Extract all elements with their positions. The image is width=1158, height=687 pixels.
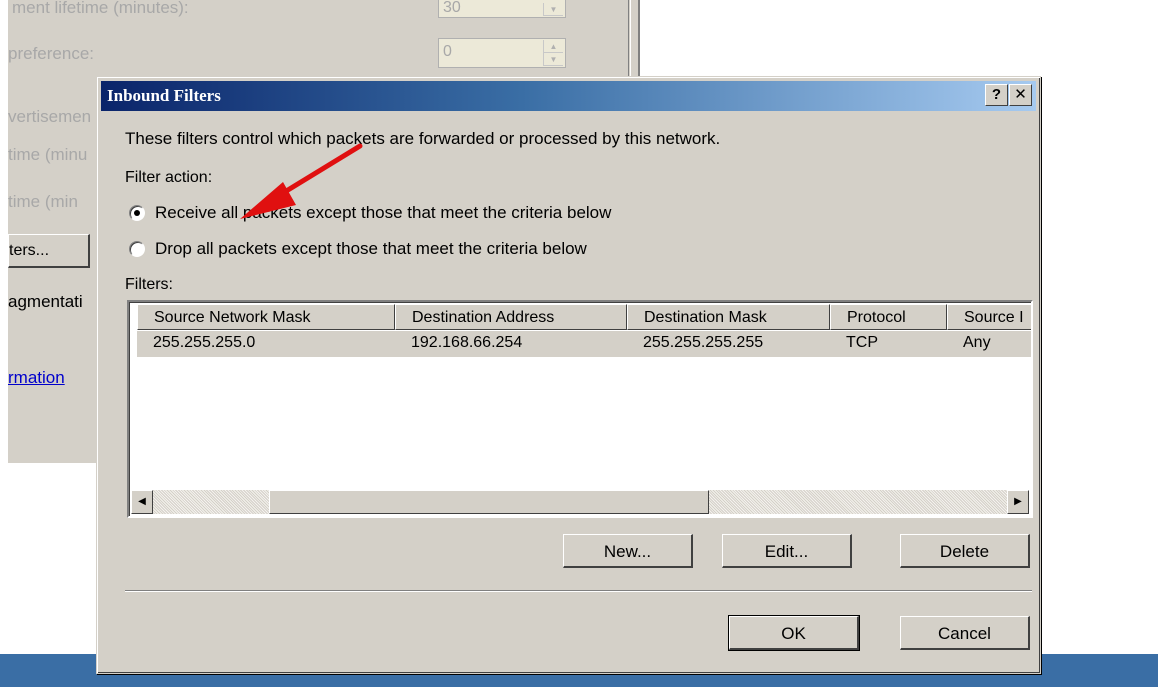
lifetime-spin-value: 30 [443,0,461,16]
radio-drop-all-label: Drop all packets except those that meet … [155,239,587,258]
spin-arrows-icon[interactable]: ▼ [543,3,563,16]
edit-button-label: Edit... [764,542,809,561]
help-icon: ? [991,86,1002,103]
filters-list[interactable]: Source Network Mask Destination Address … [127,300,1033,518]
radio-drop-all[interactable]: Drop all packets except those that meet … [129,239,587,259]
scroll-right-icon[interactable]: ▶ [1007,490,1029,514]
time-min-label-1: time (minu [8,145,88,164]
cancel-button-label: Cancel [938,624,991,643]
close-icon: ✕ [1014,86,1027,103]
edit-button[interactable]: Edit... [722,534,852,568]
new-button-label: New... [603,542,652,561]
separator [125,590,1032,592]
radio-receive-all[interactable]: Receive all packets except those that me… [129,203,611,223]
ok-button[interactable]: OK [728,615,860,651]
column-destination-mask[interactable]: Destination Mask [627,304,830,330]
spin-arrows-icon[interactable]: ▲ ▼ [543,40,563,66]
close-button[interactable]: ✕ [1009,84,1032,106]
dialog-title: Inbound Filters [107,86,221,105]
preference-label: preference: [8,44,94,63]
cell-destination-mask: 255.255.255.255 [643,334,764,351]
background-filters-button-label: ters... [9,242,50,259]
preference-spin-value: 0 [443,43,452,60]
screen: ment lifetime (minutes): 30 ▼ preference… [0,0,1158,687]
inbound-filters-dialog: Inbound Filters ? ✕ These filters contro… [96,76,1041,674]
lifetime-label: ment lifetime (minutes): [12,0,189,17]
lifetime-spin-input[interactable]: 30 ▼ [438,0,566,18]
cell-source: Any [963,334,991,351]
delete-button-label: Delete [939,542,990,561]
scroll-left-icon[interactable]: ◀ [131,490,153,514]
preference-spin-input[interactable]: 0 ▲ ▼ [438,38,566,68]
dialog-description: These filters control which packets are … [125,129,721,148]
time-min-label-2: time (min [8,192,78,211]
help-button[interactable]: ? [985,84,1008,106]
background-frame-edge [628,0,631,85]
more-information-link[interactable]: rmation [8,368,65,388]
radio-drop-all-button[interactable] [129,241,145,257]
column-source-network-mask[interactable]: Source Network Mask [137,304,395,330]
fragmentation-label: agmentati [8,292,83,311]
cell-protocol: TCP [846,334,878,351]
radio-receive-all-button[interactable] [129,205,145,221]
filters-list-header: Source Network Mask Destination Address … [137,304,1031,330]
column-protocol[interactable]: Protocol [830,304,947,330]
filter-action-label: Filter action: [125,169,213,186]
cell-destination-address: 192.168.66.254 [411,334,523,351]
title-bar[interactable]: Inbound Filters ? ✕ [101,81,1036,111]
delete-button[interactable]: Delete [900,534,1030,568]
column-source[interactable]: Source I [947,304,1031,330]
table-row[interactable]: 255.255.255.0 192.168.66.254 255.255.255… [137,331,1031,357]
new-button[interactable]: New... [563,534,693,568]
cell-source-network-mask: 255.255.255.0 [153,334,256,351]
scrollbar-thumb[interactable] [269,490,709,514]
horizontal-scrollbar[interactable]: ◀ ▶ [131,490,1029,514]
advertisement-label: vertisemen [8,107,92,126]
column-destination-address[interactable]: Destination Address [395,304,627,330]
radio-receive-all-label: Receive all packets except those that me… [155,203,612,222]
cancel-button[interactable]: Cancel [900,616,1030,650]
filters-label: Filters: [125,276,173,293]
background-filters-button[interactable]: ters... [8,234,90,268]
ok-button-label: OK [781,624,806,643]
